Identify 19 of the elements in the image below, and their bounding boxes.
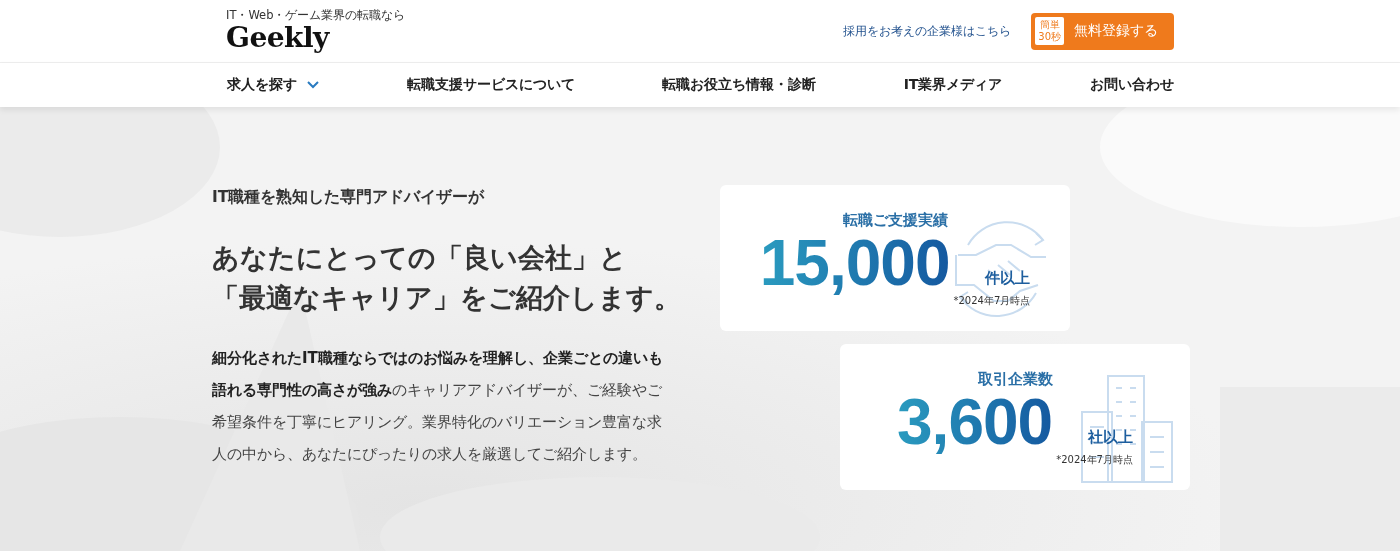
chevron-down-icon xyxy=(307,81,319,89)
stat-note: *2024年7月時点 xyxy=(953,294,1031,308)
nav-item[interactable]: お問い合わせ xyxy=(1089,76,1174,94)
stat-unit: 件以上 xyxy=(985,269,1031,288)
nav-item[interactable]: 転職お役立ち情報・診断 xyxy=(662,76,817,94)
stat-note: *2024年7月時点 xyxy=(1056,453,1133,467)
nav-item[interactable]: 転職支援サービスについて xyxy=(406,76,575,94)
employer-link[interactable]: 採用をお考えの企業様はこちら xyxy=(843,23,1012,39)
hero-headline: あなたにとっての「良い会社」と 「最適なキャリア」をご紹介します。 xyxy=(212,241,682,315)
site-logo[interactable]: Geekly xyxy=(226,22,406,54)
nav-item[interactable]: IT業界メディア xyxy=(903,76,1003,94)
duration-badge: 簡単 30秒 xyxy=(1035,17,1064,45)
hero-description: 細分化されたIT職種ならではのお悩みを理解し、企業ごとの違いも語れる専門性の高さが強みのキャリアアドバイザーが、ご経験やご希望条件を丁寧にヒアリング。業界特化のバリエーション豊富な求人の中から、あなたにぴったりの求人を厳選してご紹介します。 xyxy=(212,348,664,465)
site-tagline: IT・Web・ゲーム業界の転職なら xyxy=(226,8,406,22)
nav-item[interactable]: 求人を探す xyxy=(227,76,319,94)
stat-unit: 社以上 xyxy=(1088,428,1133,447)
stat-title: 取引企業数 xyxy=(977,370,1053,389)
stat-title: 転職ご支援実績 xyxy=(842,211,948,230)
hero-lead: IT職種を熟知した専門アドバイザーが xyxy=(212,187,486,208)
